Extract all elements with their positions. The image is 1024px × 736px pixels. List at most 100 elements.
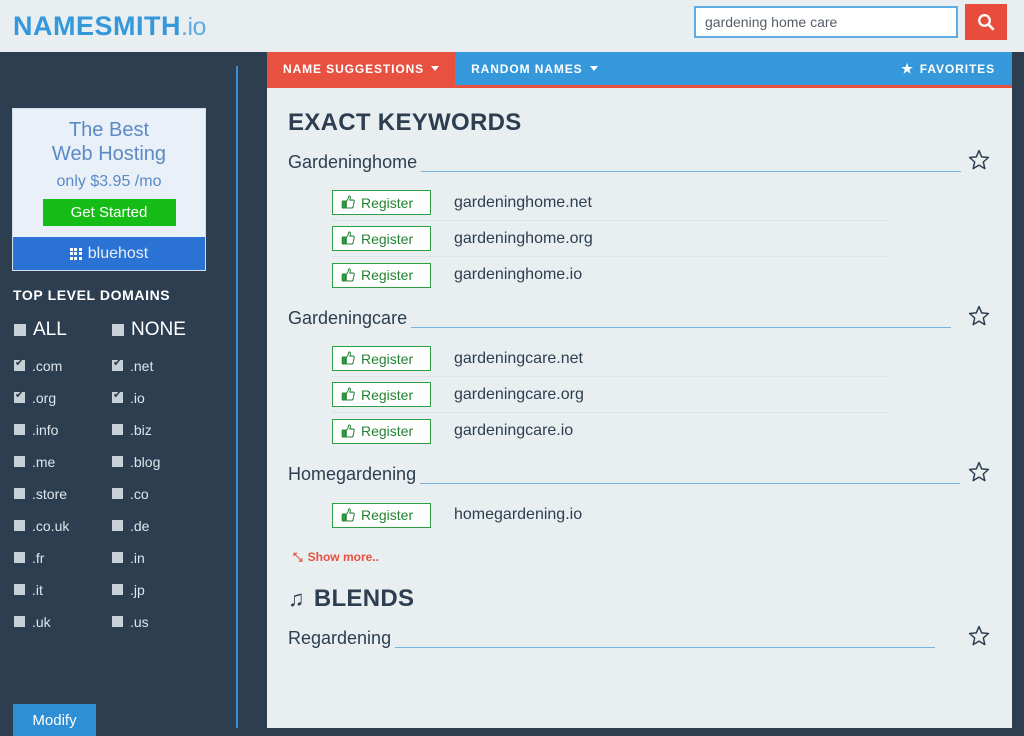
name-group-rule — [411, 327, 951, 328]
search-input[interactable] — [694, 6, 958, 38]
domain-name[interactable]: gardeningcare.net — [454, 350, 583, 368]
tld-option-me[interactable]: .me — [14, 452, 112, 471]
tld-option-label: .de — [130, 518, 149, 534]
checkbox-icon[interactable] — [112, 488, 123, 499]
search-icon — [977, 13, 995, 31]
tab-bar: NAME SUGGESTIONS RANDOM NAMES ★ FAVORITE… — [267, 52, 1012, 88]
register-button[interactable]: Register — [332, 346, 431, 371]
tab-random-names[interactable]: RANDOM NAMES — [455, 52, 613, 85]
tld-option-org[interactable]: .org — [14, 388, 112, 407]
register-button[interactable]: Register — [332, 382, 431, 407]
tld-option-couk[interactable]: .co.uk — [14, 516, 112, 535]
ad-brand-name: bluehost — [88, 245, 149, 263]
tld-option-all[interactable]: ALL — [14, 320, 112, 339]
register-button[interactable]: Register — [332, 226, 431, 251]
tld-option-label: .it — [32, 582, 43, 598]
star-outline-icon[interactable] — [967, 148, 991, 172]
tld-option-us[interactable]: .us — [112, 612, 210, 631]
checkbox-icon[interactable] — [14, 552, 25, 563]
tld-option-info[interactable]: .info — [14, 420, 112, 439]
tld-option-label: .store — [32, 486, 67, 502]
thumbs-up-icon — [341, 424, 356, 439]
tld-option-label: .fr — [32, 550, 44, 566]
tld-option-blog[interactable]: .blog — [112, 452, 210, 471]
results-scroll-area[interactable]: EXACT KEYWORDSGardeninghomeRegistergarde… — [267, 88, 1012, 725]
search-button[interactable] — [965, 4, 1007, 40]
star-outline-icon[interactable] — [967, 624, 991, 648]
tld-option-uk[interactable]: .uk — [14, 612, 112, 631]
tld-option-label: .biz — [130, 422, 152, 438]
tld-option-none[interactable]: NONE — [112, 320, 210, 339]
checkbox-icon[interactable] — [14, 392, 25, 403]
checkbox-icon[interactable] — [112, 360, 123, 371]
checkbox-icon[interactable] — [112, 456, 123, 467]
domain-name[interactable]: gardeninghome.io — [454, 266, 582, 284]
checkbox-icon[interactable] — [112, 616, 123, 627]
domain-row: Register gardeningcare.org — [332, 377, 888, 413]
ad-title: The Best Web Hosting — [13, 109, 205, 166]
tld-option-co[interactable]: .co — [112, 484, 210, 503]
favorite-star-button[interactable] — [967, 624, 991, 653]
checkbox-icon[interactable] — [14, 520, 25, 531]
tld-option-biz[interactable]: .biz — [112, 420, 210, 439]
sidebar-divider — [236, 66, 238, 728]
checkbox-icon[interactable] — [14, 424, 25, 435]
checkbox-icon[interactable] — [112, 520, 123, 531]
favorite-star-button[interactable] — [967, 148, 991, 177]
tld-option-store[interactable]: .store — [14, 484, 112, 503]
tld-option-io[interactable]: .io — [112, 388, 210, 407]
tld-option-label: .io — [130, 390, 145, 406]
ad-title-line2: Web Hosting — [13, 143, 205, 167]
register-button[interactable]: Register — [332, 503, 431, 528]
register-button[interactable]: Register — [332, 419, 431, 444]
favorite-star-button[interactable] — [967, 460, 991, 489]
register-button-label: Register — [361, 195, 413, 211]
star-outline-icon[interactable] — [967, 460, 991, 484]
tld-option-net[interactable]: .net — [112, 356, 210, 375]
tab-name-suggestions-label: NAME SUGGESTIONS — [283, 62, 424, 76]
domain-name[interactable]: homegardening.io — [454, 506, 582, 524]
checkbox-icon[interactable] — [112, 552, 123, 563]
bluehost-ad[interactable]: The Best Web Hosting only $3.95 /mo Get … — [12, 108, 206, 271]
modify-button[interactable]: Modify — [13, 704, 96, 736]
tld-option-label: NONE — [131, 319, 186, 341]
tld-option-it[interactable]: .it — [14, 580, 112, 599]
tld-option-label: .co.uk — [32, 518, 69, 534]
checkbox-icon[interactable] — [14, 616, 25, 627]
checkbox-icon[interactable] — [112, 424, 123, 435]
domain-name[interactable]: gardeninghome.org — [454, 230, 593, 248]
name-group-header: Homegardening — [288, 464, 990, 489]
domain-row: Register gardeningcare.io — [332, 413, 888, 449]
checkbox-icon[interactable] — [14, 360, 25, 371]
checkbox-icon[interactable] — [112, 392, 123, 403]
tld-option-in[interactable]: .in — [112, 548, 210, 567]
tld-option-label: .net — [130, 358, 153, 374]
domain-name[interactable]: gardeningcare.org — [454, 386, 584, 404]
register-button[interactable]: Register — [332, 190, 431, 215]
name-group-rule — [395, 647, 935, 648]
tld-option-jp[interactable]: .jp — [112, 580, 210, 599]
star-outline-icon[interactable] — [967, 304, 991, 328]
checkbox-icon[interactable] — [14, 584, 25, 595]
register-button[interactable]: Register — [332, 263, 431, 288]
checkbox-icon[interactable] — [14, 488, 25, 499]
tab-favorites[interactable]: ★ FAVORITES — [891, 52, 1012, 85]
checkbox-icon[interactable] — [14, 324, 26, 336]
show-more-link[interactable]: ⤡Show more.. — [293, 550, 388, 564]
checkbox-icon[interactable] — [112, 324, 124, 336]
register-button-label: Register — [361, 387, 413, 403]
get-started-button[interactable]: Get Started — [43, 199, 176, 226]
domain-name[interactable]: gardeningcare.io — [454, 422, 573, 440]
checkbox-icon[interactable] — [112, 584, 123, 595]
site-logo[interactable]: NAMESMITH.io — [13, 13, 206, 40]
tld-option-com[interactable]: .com — [14, 356, 112, 375]
domain-row: Register homegardening.io — [332, 497, 888, 533]
favorite-star-button[interactable] — [967, 304, 991, 333]
tab-name-suggestions[interactable]: NAME SUGGESTIONS — [267, 52, 455, 85]
tld-option-fr[interactable]: .fr — [14, 548, 112, 567]
register-button-label: Register — [361, 231, 413, 247]
domain-name[interactable]: gardeninghome.net — [454, 194, 592, 212]
tld-option-de[interactable]: .de — [112, 516, 210, 535]
name-group-title: Homegardening — [288, 464, 416, 489]
checkbox-icon[interactable] — [14, 456, 25, 467]
